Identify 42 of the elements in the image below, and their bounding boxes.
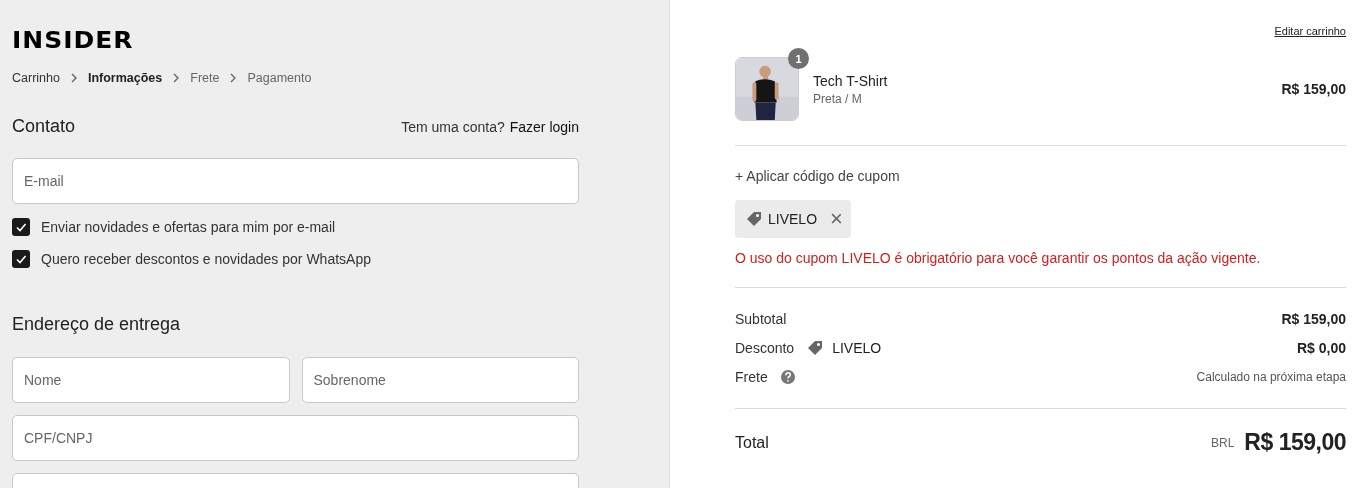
- summary-label: Subtotal: [735, 310, 787, 327]
- breadcrumb-item: Frete: [190, 71, 220, 85]
- section-title: Contato: [12, 116, 76, 137]
- help-icon: [779, 368, 796, 385]
- brand-logo[interactable]: INSIDER: [12, 29, 134, 53]
- breadcrumb-item[interactable]: Carrinho: [12, 71, 60, 85]
- checkbox-label: Quero receber descontos e novidades por WhatsApp: [41, 251, 371, 267]
- login-prompt: Tem uma conta?: [401, 119, 505, 135]
- total-amount: R$ 159,00: [1244, 429, 1346, 456]
- checkbox[interactable]: [12, 218, 30, 236]
- tag-icon: [745, 210, 763, 228]
- section-title: Endereço de entrega: [12, 314, 181, 335]
- product-variant: Preta / M: [813, 91, 863, 106]
- coupon-code: LIVELO: [768, 211, 818, 227]
- edit-cart-link[interactable]: Editar carrinho: [1274, 25, 1346, 37]
- checkbox-label: Enviar novidades e ofertas para mim por e-mail: [41, 219, 336, 235]
- input-field[interactable]: CPF/CNPJ: [12, 415, 579, 461]
- chevron-icon: [69, 73, 78, 83]
- summary-value: R$ 0,00: [1296, 339, 1346, 356]
- quantity-badge: 1: [788, 48, 809, 69]
- chevron-icon: [172, 73, 181, 83]
- summary-value: R$ 159,00: [1281, 310, 1346, 327]
- input-field[interactable]: Nome: [12, 357, 290, 403]
- chevron-icon: [229, 73, 238, 83]
- breadcrumb-item: Pagamento: [247, 71, 312, 85]
- checkbox[interactable]: [12, 250, 30, 268]
- remove-button[interactable]: ×: [822, 208, 843, 230]
- product-price: R$ 159,00: [1281, 81, 1346, 97]
- breadcrumb-item: Informações: [87, 71, 163, 85]
- discount-code: LIVELO: [832, 339, 882, 356]
- apply-coupon-link[interactable]: + Aplicar código de cupom: [735, 168, 900, 184]
- summary-label: Frete: [735, 368, 768, 385]
- total-label: Total: [735, 433, 769, 452]
- input-field[interactable]: E-mail: [12, 158, 579, 204]
- tag-icon: [806, 338, 825, 357]
- error-message: O uso do cupom LIVELO é obrigatório para você garantir os pontos da ação vigente.: [735, 250, 1262, 266]
- summary-label: Desconto: [735, 339, 795, 356]
- summary-value: Calculado na próxima etapa: [1196, 369, 1346, 384]
- currency-code: BRL: [1211, 435, 1235, 450]
- input-field[interactable]: Sobrenome: [301, 357, 579, 403]
- product-name: Tech T-Shirt: [813, 72, 889, 89]
- login-link[interactable]: Fazer login: [509, 119, 579, 135]
